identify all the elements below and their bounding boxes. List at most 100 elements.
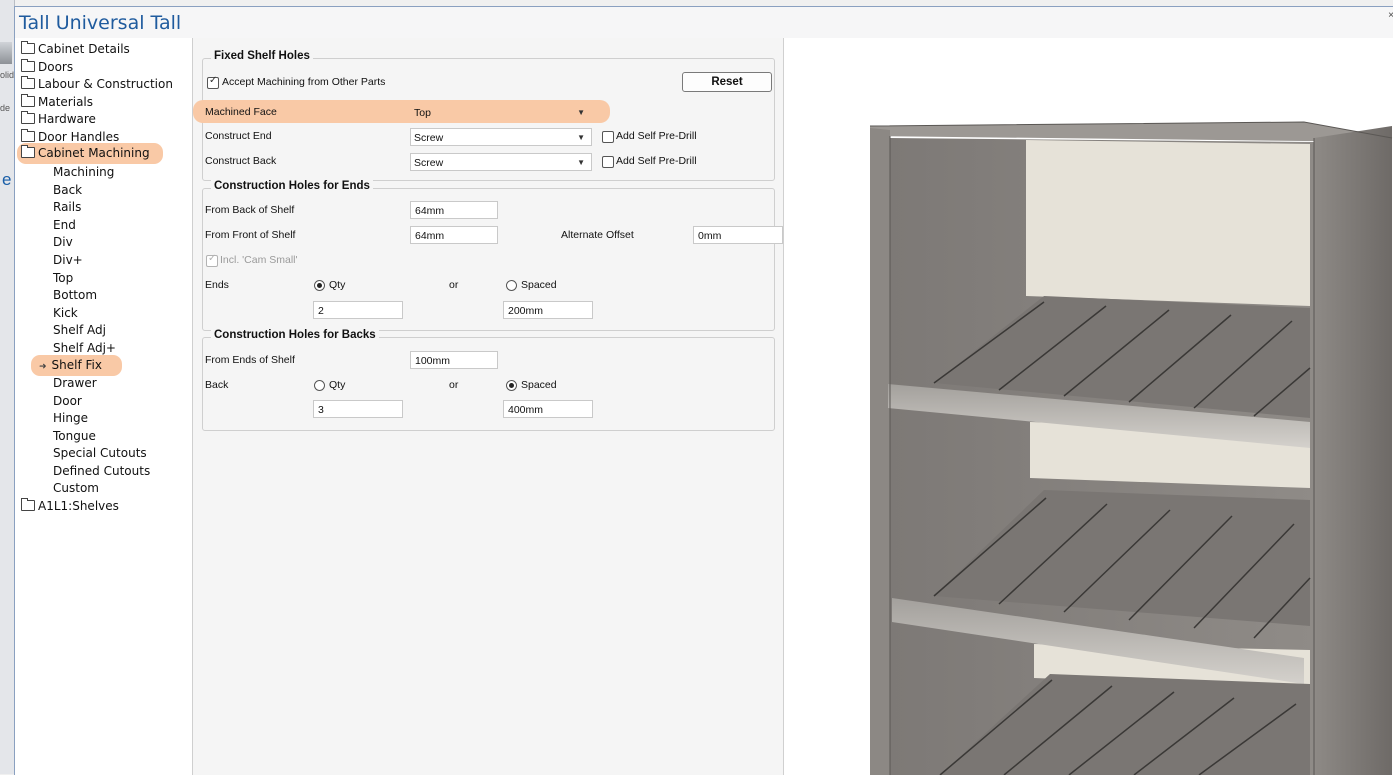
from-back-label: From Back of Shelf [205, 204, 295, 216]
tree-item-shelf-fix[interactable]: ➜ Shelf Fix [31, 355, 122, 376]
dropdown-arrow-icon: ▼ [577, 108, 585, 117]
tree-label: Cabinet Machining [38, 146, 150, 160]
background-label: de [0, 103, 11, 113]
folder-icon [21, 59, 35, 72]
back-label: Back [205, 379, 229, 391]
tree-item-end[interactable]: End [53, 217, 76, 234]
window-title: Tall Universal Tall [19, 12, 182, 34]
cabinet-model-graphic [869, 121, 1393, 775]
settings-panel: Fixed Shelf Holes Accept Machining from … [193, 38, 784, 775]
tree-label: Materials [38, 95, 94, 109]
tree-label: Door Handles [38, 130, 120, 144]
tree-label: A1L1:Shelves [38, 499, 119, 513]
background-cube-icon [0, 42, 12, 64]
alternate-offset-input[interactable]: 0mm [693, 226, 783, 244]
ends-qty-label: Qty [329, 279, 346, 291]
incl-cam-small-checkbox[interactable] [206, 253, 218, 267]
tree-folder-cabinet-machining[interactable]: Cabinet Machining [17, 143, 163, 164]
back-qty-input[interactable]: 3 [313, 400, 403, 418]
back-qty-label: Qty [329, 379, 346, 391]
tree-item-defined-cutouts[interactable]: Defined Cutouts [53, 463, 150, 480]
tree-item-div[interactable]: Div [53, 234, 73, 251]
tree-item-drawer[interactable]: Drawer [53, 375, 97, 392]
background-label: olid [0, 70, 15, 80]
add-self-predrill-end-label: Add Self Pre-Drill [616, 130, 697, 142]
back-or-label: or [449, 379, 459, 391]
add-self-predrill-back-checkbox[interactable] [602, 156, 614, 168]
tree-item-shelf-adj[interactable]: Shelf Adj [53, 322, 106, 339]
select-value: Screw [414, 157, 444, 169]
tree-item-custom[interactable]: Custom [53, 480, 99, 497]
tree-item-door[interactable]: Door [53, 393, 82, 410]
back-spaced-radio[interactable] [506, 380, 517, 391]
folder-icon [21, 498, 35, 511]
ends-or-label: or [449, 279, 459, 291]
tree-label: Shelf Fix [51, 358, 102, 372]
add-self-predrill-end-checkbox[interactable] [602, 131, 614, 143]
tree-item-rails[interactable]: Rails [53, 199, 81, 216]
ends-qty-radio[interactable] [314, 280, 325, 291]
select-value: Top [414, 107, 431, 119]
from-ends-label: From Ends of Shelf [205, 354, 295, 366]
folder-icon [21, 94, 35, 107]
tree-item-div-plus[interactable]: Div+ [53, 252, 83, 269]
folder-open-icon [21, 145, 35, 158]
ends-label: Ends [205, 279, 229, 291]
back-qty-radio[interactable] [314, 380, 325, 391]
tree-item-special-cutouts[interactable]: Special Cutouts [53, 445, 147, 462]
tree-folder-labour-construction[interactable]: Labour & Construction [21, 76, 173, 93]
settings-tree: Cabinet Details Doors Labour & Construct… [15, 38, 193, 775]
select-value: Screw [414, 132, 444, 144]
ends-spaced-radio[interactable] [506, 280, 517, 291]
group-title: Construction Holes for Ends [211, 180, 373, 192]
tree-item-hinge[interactable]: Hinge [53, 410, 88, 427]
tree-folder-hardware[interactable]: Hardware [21, 111, 96, 128]
ends-spaced-label: Spaced [521, 279, 557, 291]
close-icon[interactable]: × [1388, 10, 1393, 21]
accept-machining-label: Accept Machining from Other Parts [222, 76, 386, 88]
incl-cam-small-label: Incl. 'Cam Small' [220, 254, 298, 266]
tree-item-top[interactable]: Top [53, 270, 73, 287]
add-self-predrill-back-label: Add Self Pre-Drill [616, 155, 697, 167]
group-title: Fixed Shelf Holes [211, 50, 313, 62]
machined-face-select[interactable]: Top ▼ [410, 103, 592, 121]
folder-icon [21, 76, 35, 89]
ends-qty-input[interactable]: 2 [313, 301, 403, 319]
dropdown-arrow-icon: ▼ [577, 158, 585, 167]
accept-machining-checkbox[interactable] [207, 75, 219, 89]
tree-folder-cabinet-details[interactable]: Cabinet Details [21, 41, 130, 58]
tree-item-tongue[interactable]: Tongue [53, 428, 96, 445]
tree-item-machining[interactable]: Machining [53, 164, 114, 181]
tree-label: Labour & Construction [38, 77, 173, 91]
tree-label: Hardware [38, 112, 96, 126]
background-label: e [2, 170, 12, 189]
background-window-strip: olid de e [0, 0, 15, 774]
tree-folder-a1l1-shelves[interactable]: A1L1:Shelves [21, 498, 119, 515]
from-front-input[interactable]: 64mm [410, 226, 498, 244]
construct-end-label: Construct End [205, 130, 272, 142]
construct-end-select[interactable]: Screw ▼ [410, 128, 592, 146]
cabinet-3d-preview[interactable] [784, 38, 1393, 775]
tree-label: Doors [38, 60, 74, 74]
from-back-input[interactable]: 64mm [410, 201, 498, 219]
cabinet-dialog: Tall Universal Tall × Cabinet Details Do… [14, 6, 1393, 775]
tree-item-kick[interactable]: Kick [53, 305, 78, 322]
dropdown-arrow-icon: ▼ [577, 133, 585, 142]
construct-back-label: Construct Back [205, 155, 277, 167]
tree-folder-materials[interactable]: Materials [21, 94, 93, 111]
construct-back-select[interactable]: Screw ▼ [410, 153, 592, 171]
folder-icon [21, 129, 35, 142]
from-ends-input[interactable]: 100mm [410, 351, 498, 369]
tree-folder-doors[interactable]: Doors [21, 59, 73, 76]
folder-icon [21, 111, 35, 124]
back-spaced-input[interactable]: 400mm [503, 400, 593, 418]
ends-spaced-input[interactable]: 200mm [503, 301, 593, 319]
machined-face-label: Machined Face [205, 106, 277, 118]
title-bar: Tall Universal Tall × [15, 7, 1393, 38]
group-title: Construction Holes for Backs [211, 329, 379, 341]
tree-item-back[interactable]: Back [53, 182, 82, 199]
back-spaced-label: Spaced [521, 379, 557, 391]
tree-item-bottom[interactable]: Bottom [53, 287, 97, 304]
alternate-offset-label: Alternate Offset [561, 229, 634, 241]
reset-button[interactable]: Reset [682, 72, 772, 92]
